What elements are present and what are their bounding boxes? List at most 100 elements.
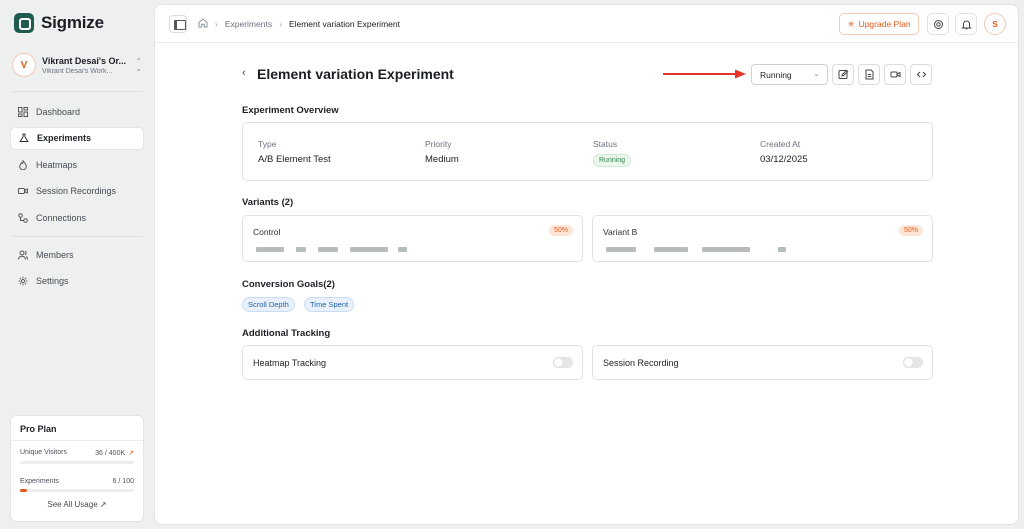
- experiments-progress: [20, 489, 134, 492]
- chevron-right-icon: ›: [215, 19, 218, 29]
- top-bar: › Experiments › Element variation Experi…: [155, 5, 1018, 43]
- app-logo[interactable]: Sigmize: [14, 13, 104, 33]
- notifications-button[interactable]: [955, 13, 977, 35]
- dashboard-icon: [18, 106, 28, 117]
- logo-icon: [14, 13, 34, 33]
- report-button[interactable]: [858, 64, 880, 85]
- overview-value: A/B Element Test: [258, 154, 331, 165]
- usage-value: 6 / 100: [112, 478, 134, 485]
- chevron-right-icon: ›: [279, 19, 282, 29]
- variant-card-b[interactable]: Variant B 50%: [592, 215, 933, 262]
- overview-label: Created At: [760, 139, 801, 149]
- main-panel: › Experiments › Element variation Experi…: [154, 4, 1019, 525]
- breadcrumb-experiments-link[interactable]: Experiments: [225, 19, 272, 29]
- sidebar-item-settings[interactable]: Settings: [10, 270, 144, 293]
- page-title: Element variation Experiment: [257, 66, 454, 82]
- variants-section-title: Variants (2): [242, 197, 294, 208]
- bell-icon: [960, 20, 972, 29]
- see-all-usage-link[interactable]: See All Usage ↗: [20, 500, 134, 509]
- chevron-up-down-icon: ⌃ ⌄: [135, 57, 142, 73]
- app-name: Sigmize: [41, 13, 104, 32]
- experiments-progress-fill: [20, 489, 27, 492]
- sidebar-item-label: Members: [36, 249, 74, 260]
- edit-icon: [838, 69, 848, 79]
- variant-card-control[interactable]: Control 50%: [242, 215, 583, 262]
- sidebar-item-label: Settings: [36, 276, 69, 286]
- breadcrumb: › Experiments › Element variation Experi…: [198, 18, 400, 30]
- workspace-avatar: V: [12, 53, 36, 77]
- usage-experiments: Experiments 6 / 100: [20, 478, 134, 485]
- sidebar-item-experiments[interactable]: Experiments: [10, 126, 144, 150]
- sidebar-item-label: Dashboard: [36, 106, 81, 117]
- recordings-button[interactable]: [884, 64, 906, 85]
- goals-list: Scroll Depth Time Spent: [242, 297, 442, 313]
- variant-name: Control: [253, 227, 281, 237]
- tracking-label: Session Recording: [603, 358, 679, 368]
- connections-icon: [18, 212, 28, 223]
- settings-button[interactable]: [927, 13, 949, 35]
- sidebar-item-label: Connections: [36, 212, 87, 223]
- goal-tag: Scroll Depth: [242, 297, 295, 312]
- back-button[interactable]: ‹: [242, 67, 246, 79]
- sidebar-divider: [12, 91, 143, 92]
- status-dropdown[interactable]: Running ⌄: [751, 64, 828, 85]
- sidebar-item-label: Session Recordings: [36, 186, 117, 196]
- overview-card: Type A/B Element Test Priority Medium St…: [242, 122, 933, 181]
- plan-title: Pro Plan: [20, 424, 57, 434]
- overview-value: 03/12/2025: [760, 154, 808, 165]
- heatmap-icon: [18, 159, 28, 170]
- overview-priority: Priority Medium: [425, 139, 459, 165]
- chevron-down-icon: ⌄: [813, 69, 820, 78]
- overview-label: Priority: [425, 139, 452, 149]
- sidebar-toggle-button[interactable]: [169, 15, 187, 33]
- gear-icon: [18, 276, 28, 286]
- overview-label: Status: [593, 139, 618, 149]
- traffic-percent-badge: 50%: [898, 225, 923, 236]
- external-link-icon: ↗: [99, 500, 107, 509]
- tracking-label: Heatmap Tracking: [253, 358, 327, 368]
- page-header: ‹ Element variation Experiment Running ⌄: [242, 64, 934, 86]
- usage-visitors: Unique Visitors 36 / 400K ↗: [20, 449, 134, 457]
- user-avatar[interactable]: S: [984, 13, 1006, 35]
- status-badge: Running: [593, 154, 632, 167]
- sidebar-item-label: Experiments: [37, 133, 92, 143]
- workspace-switcher[interactable]: V Vikrant Desai's Or... Vikrant Desai's …: [12, 50, 142, 80]
- edit-button[interactable]: [832, 64, 854, 85]
- redacted-text: [606, 247, 786, 252]
- sidebar-item-members[interactable]: Members: [10, 243, 144, 266]
- breadcrumb-current: Element variation Experiment: [288, 19, 400, 29]
- heatmap-tracking-toggle[interactable]: [553, 357, 573, 368]
- workspace-subtitle: Vikrant Desai's Work...: [42, 67, 113, 75]
- see-all-usage-label: See All Usage: [47, 500, 98, 509]
- usage-value: 36 / 400K: [95, 449, 126, 457]
- overview-label: Type: [258, 139, 277, 149]
- experiments-icon: [19, 133, 29, 143]
- upgrade-plan-button[interactable]: ✳ Upgrade Plan: [839, 13, 919, 35]
- sidebar-item-session-recordings[interactable]: Session Recordings: [10, 180, 144, 203]
- session-recording-card: Session Recording: [592, 345, 933, 380]
- traffic-percent-badge: 50%: [548, 225, 573, 236]
- upgrade-plan-label: Upgrade Plan: [858, 19, 911, 29]
- goal-tag: Time Spent: [304, 297, 355, 312]
- overview-type: Type A/B Element Test: [258, 139, 331, 165]
- sidebar-item-dashboard[interactable]: Dashboard: [10, 100, 144, 123]
- overview-created: Created At 03/12/2025: [760, 139, 808, 165]
- code-button[interactable]: [910, 64, 932, 85]
- members-icon: [18, 250, 28, 260]
- status-dropdown-value: Running: [760, 70, 792, 80]
- plan-usage-card: Pro Plan Unique Visitors 36 / 400K ↗ Expe…: [10, 415, 144, 522]
- usage-label: Unique Visitors: [20, 449, 67, 456]
- overview-section-title: Experiment Overview: [242, 105, 339, 116]
- document-icon: [865, 69, 873, 80]
- sidebar-item-connections[interactable]: Connections: [10, 206, 144, 229]
- sparkle-icon: ✳: [847, 18, 855, 29]
- tracking-section-title: Additional Tracking: [242, 328, 331, 339]
- workspace-name: Vikrant Desai's Or...: [42, 55, 127, 66]
- session-recording-toggle[interactable]: [903, 357, 923, 368]
- sidebar-item-heatmaps[interactable]: Heatmaps: [10, 153, 144, 176]
- redacted-text: [256, 247, 407, 252]
- sidebar-item-label: Heatmaps: [36, 159, 78, 170]
- home-icon[interactable]: [198, 18, 208, 30]
- annotation-arrow: [663, 69, 746, 79]
- sidebar: Sigmize V Vikrant Desai's Or... Vikrant …: [0, 0, 154, 529]
